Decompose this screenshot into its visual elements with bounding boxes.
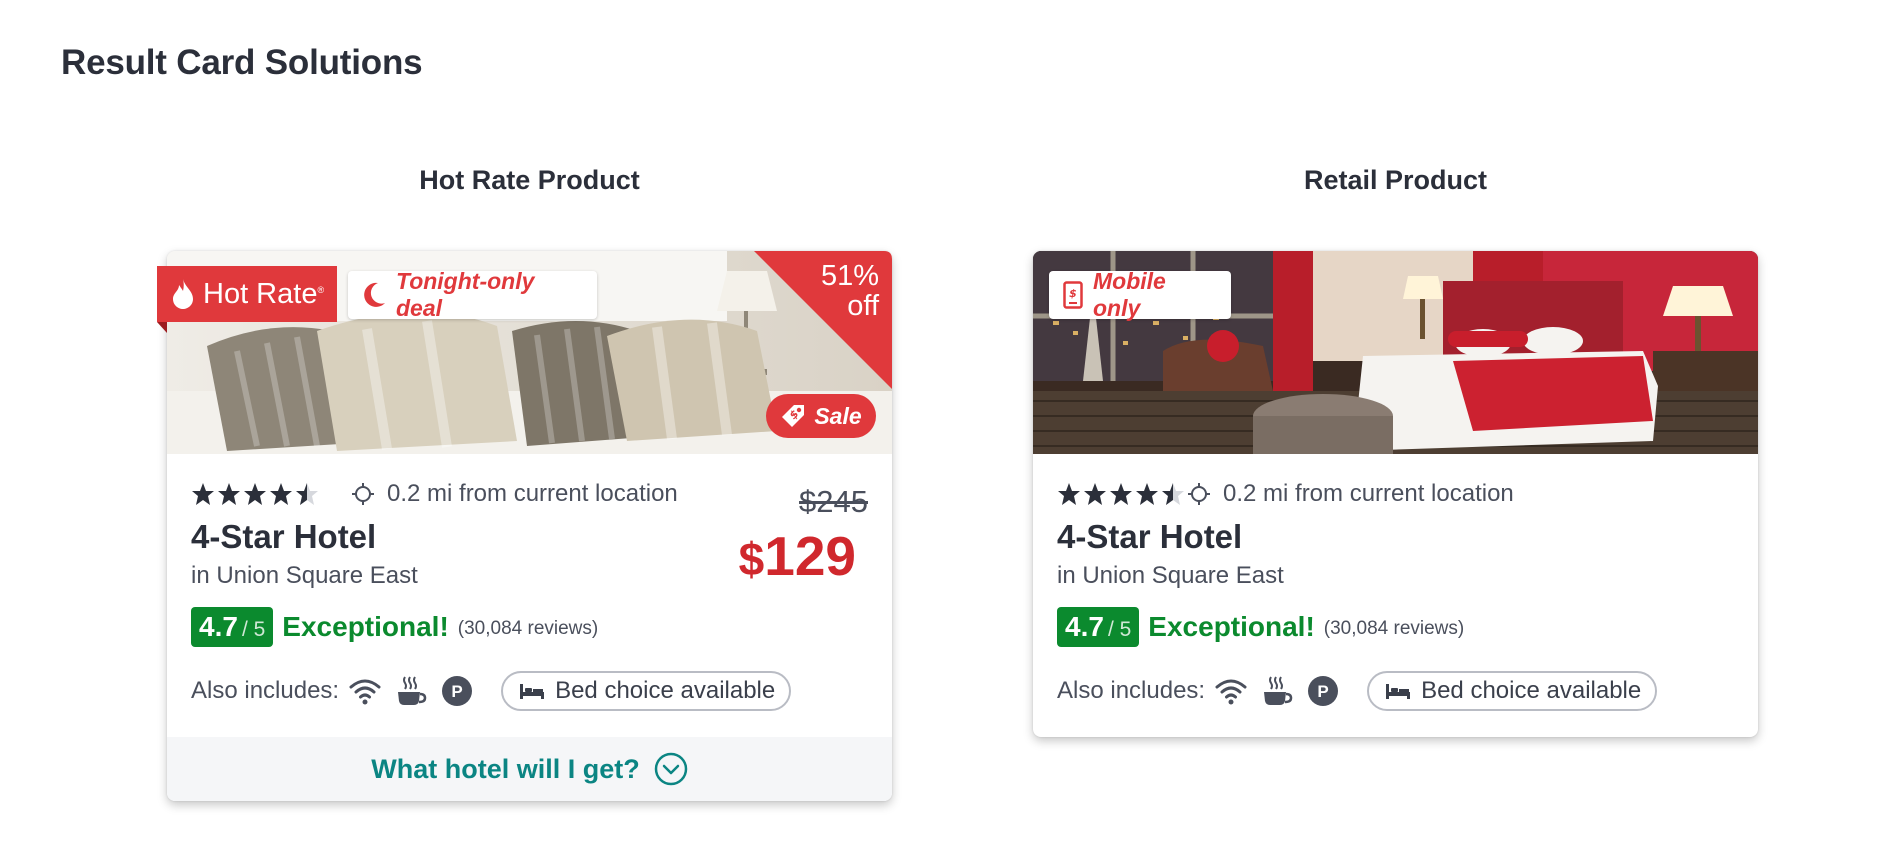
wifi-icon [349,677,381,705]
review-count: (30,084 reviews) [1323,618,1465,639]
distance-info: 0.2 mi from current location [351,480,678,508]
star-full-icon [270,483,292,505]
hotel-name[interactable]: 4-Star Hotel [191,518,376,556]
distance-info: 0.2 mi from current location [1187,480,1514,508]
retail-column-title: Retail Product [1303,165,1488,195]
rating-label: Exceptional! [282,611,449,642]
star-full-icon [1110,483,1132,505]
coffee-icon [395,675,427,707]
guest-rating: 4.7/ 5 Exceptional! (30,084 reviews) [1057,607,1464,647]
coffee-icon [1261,675,1293,707]
original-price: $245 [799,484,868,519]
sale-price: $129 [738,525,856,587]
star-rating [191,482,319,506]
mobile-dollar-icon: $ [1063,281,1083,309]
svg-text:$: $ [1069,287,1077,300]
crosshair-location-icon [1188,483,1210,505]
star-full-icon [192,483,214,505]
hot-rate-result-card[interactable]: 51% off Hot Rate ® Tonight-only deal $ Sa… [157,251,892,801]
amenities-label: Also includes: [1057,677,1206,704]
sale-tag-icon: $ [782,405,805,427]
mobile-only-badge: $ Mobile only [1049,268,1231,321]
bed-icon [520,684,545,699]
star-rating [1057,482,1185,506]
sale-badge: $ Sale [766,394,876,438]
rating-score-badge: 4.7/ 5 [1057,607,1140,647]
amenities-row: Also includes: P Bed choice available [1057,671,1658,711]
star-full-icon [1136,483,1158,505]
hot-rate-badge: Hot Rate ® [157,266,337,333]
moon-icon [364,282,385,307]
neighborhood: in Union Square East [1057,562,1284,589]
neighborhood: in Union Square East [191,562,418,589]
svg-text:P: P [451,682,462,701]
star-full-icon [1058,483,1080,505]
crosshair-location-icon [352,483,374,505]
star-full-icon [218,483,240,505]
rating-label: Exceptional! [1148,611,1315,642]
svg-text:P: P [1317,682,1328,701]
star-half-icon [1162,483,1184,505]
what-hotel-will-i-get-toggle[interactable]: What hotel will I get? [167,737,892,801]
distance-text: 0.2 mi from current location [387,480,678,507]
wifi-icon [1215,677,1247,705]
rating-score-badge: 4.7/ 5 [191,607,274,647]
parking-icon: P [441,675,473,707]
guest-rating: 4.7/ 5 Exceptional! (30,084 reviews) [191,607,598,647]
flame-icon [173,279,193,309]
amenities-row: Also includes: P Bed choice available [191,671,792,711]
bed-icon [1386,684,1411,699]
bed-choice-pill: Bed choice available [501,671,792,711]
chevron-down-circle-icon [654,752,687,786]
distance-text: 0.2 mi from current location [1223,480,1514,507]
tonight-only-deal-badge: Tonight-only deal [348,268,597,321]
star-full-icon [244,483,266,505]
discount-percent: 51% off [820,260,879,322]
star-half-icon [296,483,318,505]
bed-choice-pill: Bed choice available [1367,671,1658,711]
hotel-name[interactable]: 4-Star Hotel [1057,518,1242,556]
amenities-label: Also includes: [191,677,340,704]
parking-icon: P [1307,675,1339,707]
retail-result-card[interactable]: $ Mobile only 0.2 mi from current locati… [1033,251,1758,737]
hot-rate-column-title: Hot Rate Product [419,165,640,195]
star-full-icon [1084,483,1106,505]
page-title: Result Card Solutions [61,43,423,82]
review-count: (30,084 reviews) [457,618,599,639]
